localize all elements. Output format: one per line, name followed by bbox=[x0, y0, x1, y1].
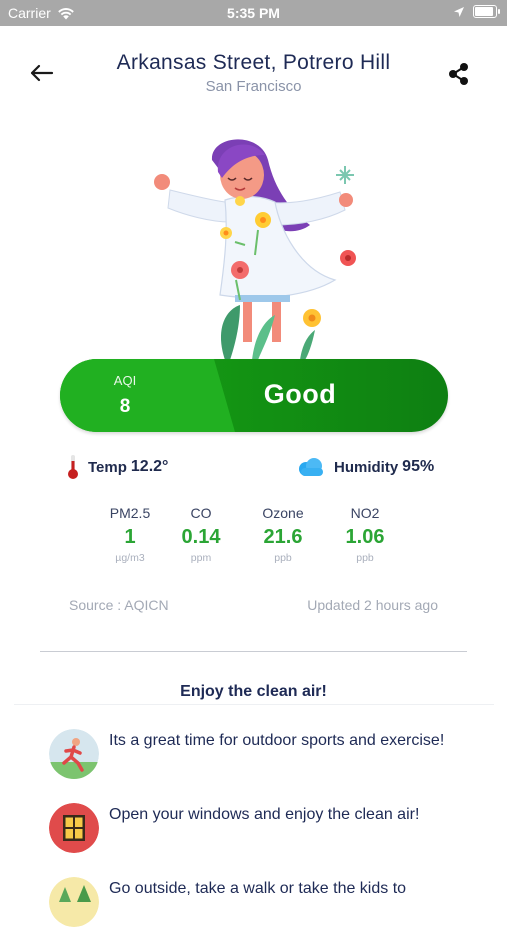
pollutant-list: PM2.5 1 µg/m3 CO 0.14 ppm Ozone 21.6 ppb… bbox=[100, 505, 410, 569]
section-title: Enjoy the clean air! bbox=[180, 683, 327, 700]
page-subtitle: San Francisco bbox=[205, 78, 302, 95]
temp-label: Temp bbox=[88, 458, 127, 476]
updated-time: Updated 2 hours ago bbox=[307, 597, 438, 613]
pollutant-unit: ppb bbox=[274, 552, 292, 564]
window-icon bbox=[49, 803, 99, 853]
runner-icon bbox=[49, 729, 99, 779]
back-arrow-icon bbox=[30, 64, 54, 82]
tip-item: Its a great time for outdoor sports and … bbox=[49, 729, 469, 789]
tip-text: Its a great time for outdoor sports and … bbox=[109, 732, 445, 749]
pollutant-unit: ppb bbox=[356, 552, 374, 564]
header: Arkansas Street, Potrero Hill San Franci… bbox=[0, 45, 507, 105]
pollutant-unit: ppm bbox=[190, 552, 212, 564]
status-bar: Carrier 5:35 PM bbox=[0, 0, 507, 26]
pollutant-name: PM2.5 bbox=[109, 505, 151, 521]
cloud-icon bbox=[299, 458, 323, 476]
aqi-status: Good bbox=[263, 379, 337, 409]
pollutant-value: 0.14 bbox=[181, 526, 221, 548]
humidity-label: Humidity bbox=[334, 458, 399, 476]
girl-illustration bbox=[140, 130, 370, 360]
share-button[interactable] bbox=[444, 59, 474, 89]
battery-icon bbox=[473, 5, 500, 18]
data-source: Source : AQICN bbox=[69, 597, 169, 613]
pollutant-unit: µg/m3 bbox=[115, 552, 145, 564]
page-title: Arkansas Street, Potrero Hill bbox=[116, 51, 391, 74]
pollutant-co: CO 0.14 ppm bbox=[160, 505, 242, 569]
location-arrow-icon bbox=[454, 6, 464, 17]
pollutant-ozone: Ozone 21.6 ppb bbox=[242, 505, 324, 569]
pollutant-value: 1 bbox=[124, 526, 136, 548]
aqi-card[interactable]: AQI 8 Good bbox=[60, 359, 448, 432]
temperature-row: Temp 12.2° bbox=[66, 455, 168, 479]
tip-text: Go outside, take a walk or take the kids… bbox=[109, 880, 407, 897]
divider bbox=[14, 704, 494, 705]
pollutant-pm25: PM2.5 1 µg/m3 bbox=[100, 505, 160, 569]
pollutant-value: 21.6 bbox=[263, 526, 303, 548]
park-icon bbox=[49, 877, 99, 927]
divider bbox=[40, 651, 467, 652]
temp-value: 12.2° bbox=[130, 458, 169, 475]
pollutant-name: CO bbox=[190, 505, 212, 521]
status-time: 5:35 PM bbox=[227, 5, 280, 21]
pollutant-name: Ozone bbox=[262, 505, 304, 521]
pollutant-no2: NO2 1.06 ppb bbox=[324, 505, 406, 569]
aqi-value: 8 bbox=[119, 396, 131, 417]
share-icon bbox=[449, 63, 468, 85]
humidity-row: Humidity 95% bbox=[296, 455, 434, 479]
humidity-value: 95% bbox=[402, 458, 435, 475]
tip-text: Open your windows and enjoy the clean ai… bbox=[109, 806, 420, 823]
thermometer-icon bbox=[68, 455, 78, 479]
pollutant-name: NO2 bbox=[350, 505, 380, 521]
tip-item: Go outside, take a walk or take the kids… bbox=[49, 877, 469, 937]
tip-item: Open your windows and enjoy the clean ai… bbox=[49, 803, 469, 863]
pollutant-value: 1.06 bbox=[345, 526, 385, 548]
aqi-label: AQI bbox=[113, 373, 137, 388]
back-button[interactable] bbox=[24, 59, 60, 87]
